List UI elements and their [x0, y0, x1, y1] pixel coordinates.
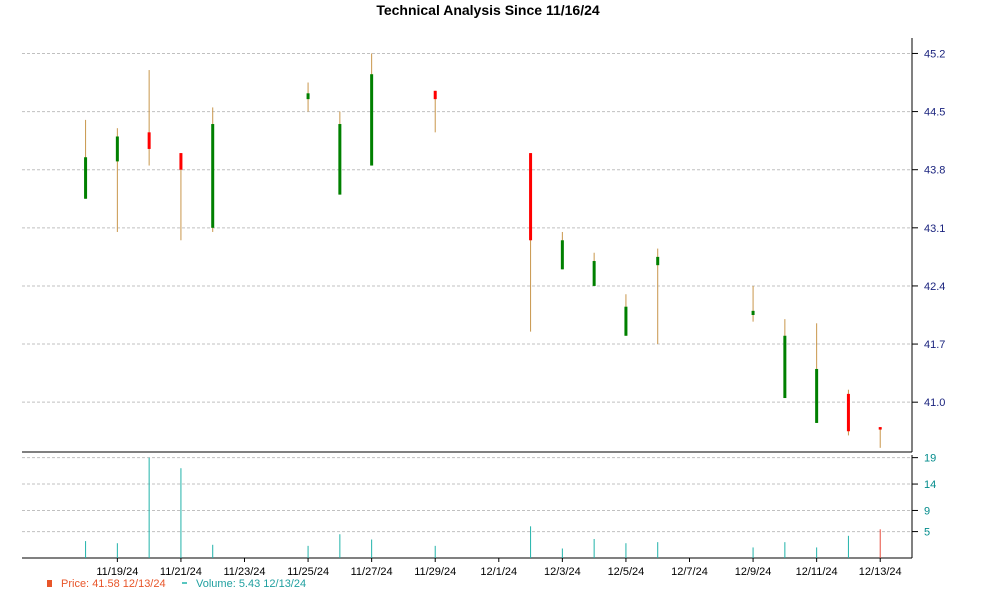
candle-body-up	[624, 306, 628, 336]
date-tick-label: 12/5/24	[608, 566, 645, 578]
legend-price-marker	[47, 580, 52, 587]
candle-body-down	[846, 393, 850, 432]
candle-body-up	[370, 74, 374, 166]
legend-value: 41.58	[92, 578, 123, 590]
legend-label-text: Price:	[61, 578, 92, 590]
candle-body-up	[815, 368, 819, 423]
price-tick-label: 43.8	[924, 165, 945, 177]
price-tick-label: 45.2	[924, 48, 945, 60]
chart-title: Technical Analysis Since 11/16/24	[376, 2, 600, 18]
legend-date: 12/13/24	[263, 578, 306, 590]
date-tick-label: 12/9/24	[735, 566, 772, 578]
date-tick-label: 11/19/24	[96, 566, 138, 578]
price-tick-label: 41.7	[924, 339, 945, 351]
volume-tick-label: 9	[924, 505, 930, 517]
candle-body-down	[878, 427, 882, 430]
tick-labels: 45.2 44.5 43.8 43.1 42.4 41.7 41.0 19 14 9 5 11/19/…	[96, 48, 945, 578]
candle-wicks	[85, 53, 881, 448]
volume-tick-label: 19	[924, 453, 936, 465]
price-tick-label: 44.5	[924, 107, 945, 119]
date-tick-label: 11/25/24	[287, 566, 329, 578]
date-tick-label: 12/11/24	[796, 566, 838, 578]
candle-body-up	[306, 93, 310, 100]
legend-date: 12/13/24	[123, 578, 166, 590]
date-tick-label: 11/29/24	[414, 566, 456, 578]
price-tick-label: 41.0	[924, 397, 945, 409]
grid-lines	[22, 52, 912, 533]
date-tick-label: 12/7/24	[671, 566, 708, 578]
candle-body-down	[147, 132, 151, 149]
axes	[22, 38, 918, 562]
legend: Price: 41.58 12/13/24 Volume: 5.43 12/13/…	[47, 578, 306, 590]
date-tick-label: 12/1/24	[480, 566, 517, 578]
legend-label: Price: 41.58 12/13/24	[61, 578, 166, 590]
candle-body-down	[433, 90, 437, 100]
legend-label-text: Volume:	[196, 578, 239, 590]
price-tick-label: 42.4	[924, 281, 945, 293]
candle-body-up	[751, 310, 755, 315]
candle-body-up	[592, 261, 596, 286]
volume-tick-label: 14	[924, 479, 936, 491]
price-tick-label: 43.1	[924, 223, 945, 235]
candle-body-up	[560, 240, 564, 270]
volume-tick-label: 5	[924, 527, 930, 539]
candle-body-up	[84, 157, 88, 199]
volume-bars	[85, 457, 881, 558]
date-tick-label: 12/13/24	[859, 566, 902, 578]
legend-label: Volume: 5.43 12/13/24	[196, 578, 306, 590]
candle-body-down	[529, 153, 533, 241]
candlestick-chart: Technical Analysis Since 11/16/24 45.2 44…	[22, 2, 945, 590]
candle-body-up	[211, 124, 215, 228]
legend-value: 5.43	[239, 578, 263, 590]
candle-body-up	[115, 136, 119, 162]
candle-bodies	[84, 74, 882, 432]
candle-body-up	[656, 256, 660, 266]
date-tick-label: 11/23/24	[223, 566, 265, 578]
date-tick-label: 11/21/24	[160, 566, 202, 578]
candle-body-up	[783, 335, 787, 399]
candle-body-down	[179, 153, 183, 170]
date-tick-label: 11/27/24	[351, 566, 393, 578]
date-tick-label: 12/3/24	[544, 566, 581, 578]
candle-body-up	[338, 124, 342, 195]
